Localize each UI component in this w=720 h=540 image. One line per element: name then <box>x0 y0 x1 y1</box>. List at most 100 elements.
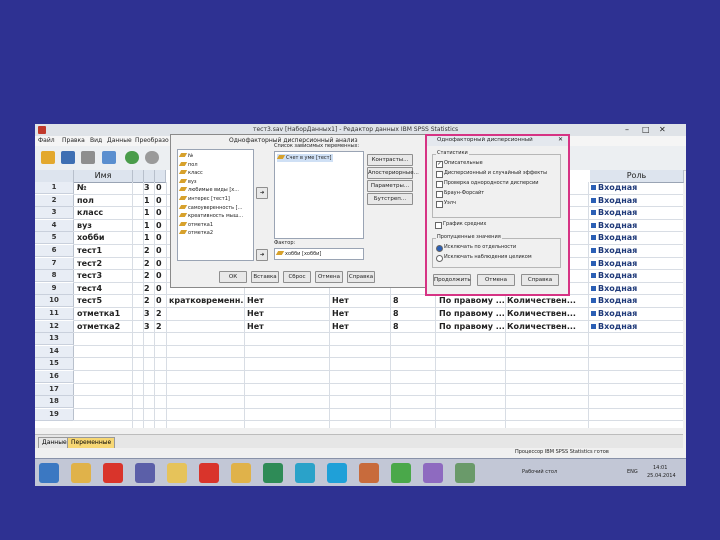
cell-c1[interactable]: 1 <box>144 195 153 207</box>
cell-align[interactable]: По правому ... <box>439 321 505 333</box>
bootstrap-button[interactable]: Бутстреп... <box>367 193 413 205</box>
cell-c1[interactable]: 3 <box>144 182 153 194</box>
cell-name[interactable]: тест1 <box>77 245 131 257</box>
minimize-button[interactable]: – <box>625 126 629 134</box>
cell-measure[interactable]: Количествен... <box>507 295 579 307</box>
row-header[interactable]: 18 <box>35 396 74 409</box>
source-variable-item[interactable]: отметка1 <box>178 221 213 228</box>
cell-cols[interactable]: 8 <box>393 321 423 333</box>
posthoc-button[interactable]: Апостериорные... <box>367 167 419 179</box>
menu-view[interactable]: Вид <box>90 138 102 144</box>
open-icon[interactable] <box>41 151 55 164</box>
row-header[interactable]: 15 <box>35 358 74 371</box>
source-variable-item[interactable]: самоуверенность [... <box>178 204 242 211</box>
source-variable-item[interactable]: креативность мыш... <box>178 213 243 219</box>
ie-icon[interactable] <box>39 463 59 483</box>
stat-checkbox[interactable]: ✓ <box>436 161 443 168</box>
cell-c2[interactable]: 2 <box>156 308 165 320</box>
row-header[interactable]: 2 <box>35 194 74 207</box>
cancel-button[interactable]: Отмена <box>315 271 343 283</box>
cell-name[interactable]: пол <box>77 195 131 207</box>
cell-role[interactable]: Входная <box>598 207 678 219</box>
cell-c2[interactable]: 0 <box>156 182 165 194</box>
undo-icon[interactable] <box>125 151 139 164</box>
row-header[interactable]: 1 <box>35 182 74 194</box>
cell-c2[interactable]: 0 <box>156 258 165 270</box>
dialog2-close-icon[interactable]: ✕ <box>558 137 563 143</box>
source-variable-item[interactable]: пол <box>178 161 198 168</box>
stat-checkbox[interactable] <box>436 191 443 198</box>
row-header[interactable]: 16 <box>35 371 74 383</box>
cell-c2[interactable]: 0 <box>156 207 165 219</box>
source-variable-item[interactable]: вуз <box>178 178 197 185</box>
cell-c1[interactable]: 2 <box>144 283 153 295</box>
row-header[interactable]: 13 <box>35 333 74 346</box>
cell-values[interactable]: Нет <box>247 295 297 307</box>
cell-label[interactable]: кратковременн... <box>169 295 243 307</box>
dialog2-help-button[interactable]: Справка <box>521 274 559 286</box>
cell-c1[interactable]: 1 <box>144 232 153 244</box>
cell-c2[interactable]: 0 <box>156 270 165 282</box>
menu-data[interactable]: Данные <box>107 138 132 144</box>
source-variable-item[interactable]: № <box>178 153 193 159</box>
cell-name[interactable]: тест3 <box>77 270 131 282</box>
cell-role[interactable]: Входная <box>598 245 678 257</box>
cell-role[interactable]: Входная <box>598 220 678 232</box>
row-header[interactable]: 8 <box>35 270 74 283</box>
cell-c1[interactable]: 3 <box>144 308 153 320</box>
cell-role[interactable]: Входная <box>598 270 678 282</box>
menu-edit[interactable]: Правка <box>62 138 85 144</box>
stat-checkbox[interactable] <box>436 171 443 178</box>
cell-missing[interactable]: Нет <box>332 295 382 307</box>
row-header[interactable]: 19 <box>35 408 74 421</box>
source-variable-item[interactable]: отметка2 <box>178 230 213 236</box>
means-plot-checkbox[interactable] <box>435 222 442 229</box>
archive-icon[interactable] <box>423 463 443 483</box>
tray-language[interactable]: ENG <box>627 470 638 475</box>
ok-button[interactable]: ОК <box>219 271 247 283</box>
cell-role[interactable]: Входная <box>598 182 678 194</box>
contrasts-button[interactable]: Контрасты... <box>367 154 413 166</box>
cell-name[interactable]: отметка1 <box>77 308 131 320</box>
paint-icon[interactable] <box>231 463 251 483</box>
menu-file[interactable]: Файл <box>38 138 55 144</box>
source-variable-item[interactable]: любимые виды [х... <box>178 187 239 193</box>
cell-measure[interactable]: Количествен... <box>507 321 579 333</box>
viewer-icon[interactable] <box>455 463 475 483</box>
cell-c1[interactable]: 2 <box>144 258 153 270</box>
dependent-list[interactable]: Счет в уме [тест] <box>274 151 364 239</box>
explorer-icon[interactable] <box>71 463 91 483</box>
maximize-button[interactable]: □ <box>642 126 650 134</box>
cell-name[interactable]: отметка2 <box>77 321 131 333</box>
close-button[interactable]: ✕ <box>659 126 666 134</box>
dialog2-cancel-button[interactable]: Отмена <box>477 274 515 286</box>
cell-c1[interactable]: 2 <box>144 270 153 282</box>
chrome-icon[interactable] <box>391 463 411 483</box>
folder-icon[interactable] <box>167 463 187 483</box>
row-header[interactable]: 5 <box>35 232 74 245</box>
row-header[interactable]: 9 <box>35 282 74 295</box>
cell-role[interactable]: Входная <box>598 195 678 207</box>
menu-transform[interactable]: Преобразо <box>135 138 169 144</box>
options-button[interactable]: Параметры... <box>367 180 413 192</box>
reset-button[interactable]: Сброс <box>283 271 311 283</box>
row-header[interactable]: 6 <box>35 245 74 257</box>
picture-icon[interactable] <box>359 463 379 483</box>
cell-name[interactable]: тест2 <box>77 258 131 270</box>
cell-role[interactable]: Входная <box>598 295 678 307</box>
stat-checkbox[interactable] <box>436 201 443 208</box>
cell-name[interactable]: тест5 <box>77 295 131 307</box>
row-header[interactable]: 4 <box>35 219 74 232</box>
factor-field[interactable]: хобби [хобби] <box>274 248 364 260</box>
cell-c2[interactable]: 0 <box>156 195 165 207</box>
skype-icon[interactable] <box>327 463 347 483</box>
cell-values[interactable]: Нет <box>247 321 297 333</box>
row-header[interactable]: 3 <box>35 207 74 220</box>
yandex-icon[interactable] <box>199 463 219 483</box>
source-variable-item[interactable]: класс <box>178 170 203 176</box>
missing-radio[interactable] <box>436 255 443 262</box>
cell-name[interactable]: хобби <box>77 232 131 244</box>
save-icon[interactable] <box>61 151 75 164</box>
cell-c1[interactable]: 3 <box>144 321 153 333</box>
dependent-item[interactable]: Счет в уме [тест] <box>276 154 333 162</box>
